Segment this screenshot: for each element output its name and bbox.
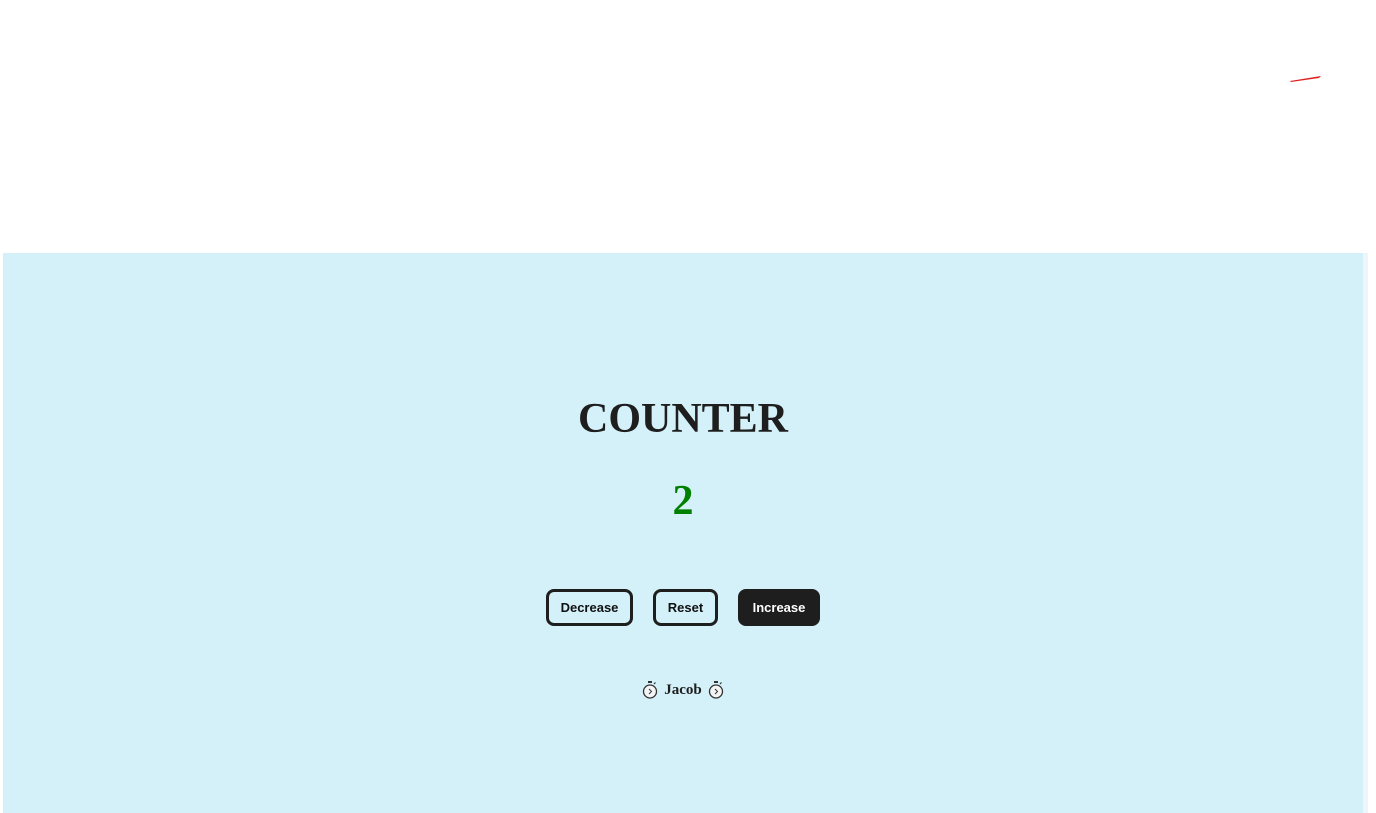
panel-edge xyxy=(1363,253,1368,813)
page-title: COUNTER xyxy=(577,396,789,442)
counter-panel xyxy=(3,253,1363,813)
counter-value: 2 xyxy=(672,478,694,524)
red-stroke-mark xyxy=(1290,76,1321,82)
stopwatch-icon xyxy=(708,681,723,699)
reset-button[interactable]: Reset xyxy=(653,589,718,626)
decrease-button[interactable]: Decrease xyxy=(546,589,633,626)
footer-credit: Jacob xyxy=(0,680,1366,700)
increase-button[interactable]: Increase xyxy=(738,589,820,626)
author-name: Jacob xyxy=(664,681,702,698)
top-area xyxy=(0,0,1376,253)
stopwatch-icon xyxy=(643,681,658,699)
